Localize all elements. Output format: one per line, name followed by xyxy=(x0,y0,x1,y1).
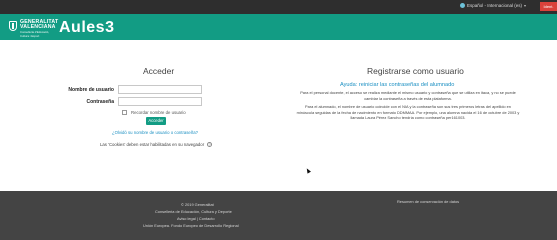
generalitat-subtitle-line2: Cultura i Esport xyxy=(20,33,40,38)
site-footer: © 2019 Generalitat Conselleria de Educac… xyxy=(0,191,557,240)
register-title: Registrarse como usuario xyxy=(367,66,464,76)
footer-conselleria: Conselleria de Educación, Cultura y Depo… xyxy=(155,209,232,214)
reset-password-help-link[interactable]: Ayuda: reiniciar las contraseñas del alu… xyxy=(340,82,454,88)
aules-logo[interactable]: Aules3 xyxy=(59,20,114,36)
student-info-line3: llamada Laura Pérez Sancho tendría como … xyxy=(350,115,466,120)
top-bar: Español - Internacional (es) ▾ Ident. xyxy=(0,0,557,14)
language-menu[interactable]: Español - Internacional (es) ▾ xyxy=(460,3,526,8)
data-retention-link[interactable]: Resumen de conservación de datos xyxy=(397,199,459,204)
teacher-info-line2: cambiar la contraseña a través de esta p… xyxy=(364,95,452,101)
login-button[interactable]: Ident. xyxy=(540,2,557,11)
cookies-notice-text: Las 'Cookies' deben estar habilitadas en… xyxy=(100,142,205,147)
username-input[interactable] xyxy=(118,85,202,94)
language-label: Español - Internacional (es) xyxy=(467,3,523,8)
chevron-down-icon: ▾ xyxy=(524,3,527,8)
password-input[interactable] xyxy=(118,97,202,106)
mouse-cursor-icon xyxy=(305,167,311,174)
login-title: Acceder xyxy=(143,66,175,76)
footer-copyright: © 2019 Generalitat xyxy=(181,202,214,207)
remember-username-label: Recordar nombre de usuario xyxy=(131,110,186,115)
help-icon[interactable]: ? xyxy=(207,142,213,147)
globe-icon xyxy=(460,3,465,8)
forgot-password-link[interactable]: ¿Olvidó su nombre de usuario o contraseñ… xyxy=(112,130,198,135)
username-label: Nombre de usuario xyxy=(68,87,114,93)
cookies-notice: Las 'Cookies' deben estar habilitadas en… xyxy=(100,142,213,147)
footer-eu-funding: Unión Europea. Fondo Europeo de Desarrol… xyxy=(143,223,239,228)
remember-username-checkbox[interactable] xyxy=(122,110,127,115)
login-submit-button[interactable]: Acceder xyxy=(146,117,166,125)
generalitat-emblem-icon xyxy=(9,21,17,31)
site-header: GENERALITAT VALENCIANA Conselleria d'Edu… xyxy=(0,14,557,40)
password-label: Contraseña xyxy=(86,99,114,105)
footer-legal-links[interactable]: Aviso legal | Contacto xyxy=(177,216,215,221)
